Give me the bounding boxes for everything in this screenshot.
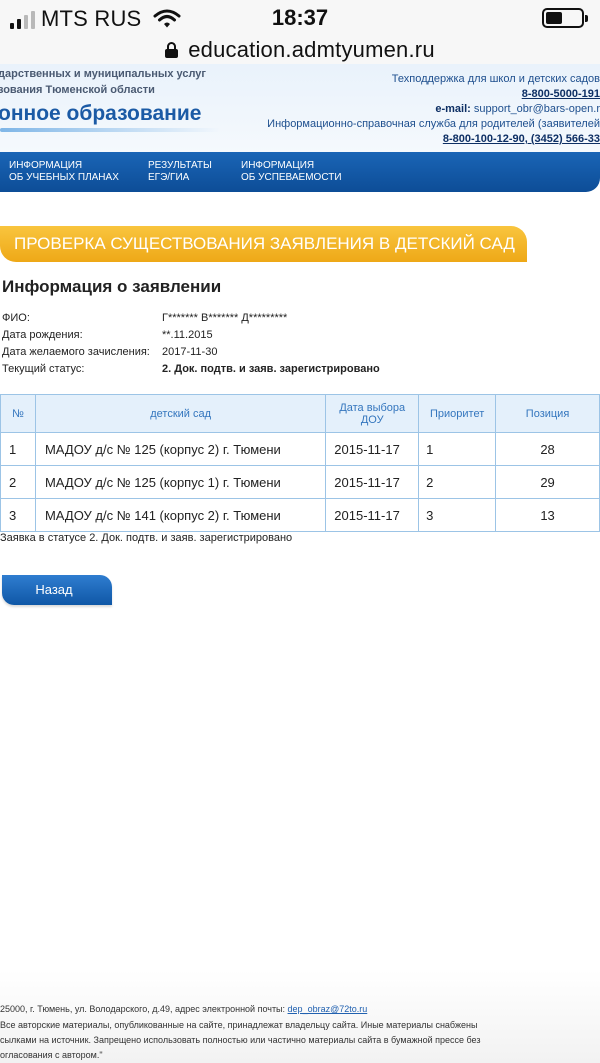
ios-status-bar: MTS RUS 18:37 education.admtyumen.ru bbox=[0, 0, 600, 64]
footer-copyright-line1: Все авторские материалы, опубликованные … bbox=[0, 1020, 478, 1030]
logo-swoosh bbox=[0, 128, 220, 132]
footer-address-line: 25000, г. Тюмень, ул. Володарского, д.49… bbox=[0, 1004, 367, 1014]
header-contacts: Техподдержка для школ и детских садов 8-… bbox=[220, 72, 600, 147]
clock: 18:37 bbox=[271, 5, 329, 30]
col-header-priority: Приоритет bbox=[418, 394, 497, 433]
cell-priority: 1 bbox=[418, 432, 497, 466]
cell-position: 28 bbox=[495, 432, 600, 466]
nav-item-label: ОБ УСПЕВАЕМОСТИ bbox=[241, 172, 342, 183]
status-note: Заявка в статусе 2. Док. подтв. и заяв. … bbox=[0, 532, 293, 544]
url-text: education.admtyumen.ru bbox=[188, 37, 435, 62]
status-label: Текущий статус: bbox=[2, 363, 85, 375]
footer-copyright-line2: сылками на источник. Запрещено использов… bbox=[0, 1035, 481, 1045]
cell-kindergarten: МАДОУ д/с № 125 (корпус 1) г. Тюмени bbox=[34, 465, 327, 499]
org-name-line2: зования Тюменской области bbox=[0, 84, 155, 96]
main-nav: ИНФОРМАЦИЯ ОБ УЧЕБНЫХ ПЛАНАХ РЕЗУЛЬТАТЫ … bbox=[0, 152, 600, 192]
email-value[interactable]: support_obr@bars-open.r bbox=[474, 103, 600, 115]
nav-item-label: РЕЗУЛЬТАТЫ bbox=[148, 160, 212, 171]
footer-email-link[interactable]: dep_obraz@72to.ru bbox=[288, 1004, 368, 1014]
footer-address: 25000, г. Тюмень, ул. Володарского, д.49… bbox=[0, 1004, 286, 1014]
status-value: 2. Док. подтв. и заяв. зарегистрировано bbox=[162, 363, 380, 375]
cell-priority: 3 bbox=[418, 498, 497, 532]
applications-table: № детский сад Дата выбора ДОУ Приоритет П… bbox=[0, 394, 600, 532]
table-row: 1 МАДОУ д/с № 125 (корпус 2) г. Тюмени 2… bbox=[0, 432, 600, 466]
cell-num: 3 bbox=[0, 498, 36, 532]
support-phone-link[interactable]: 8-800-5000-191 bbox=[220, 87, 600, 102]
support-label: Техподдержка для школ и детских садов bbox=[391, 73, 600, 85]
enroll-value: 2017-11-30 bbox=[162, 346, 218, 358]
battery-icon bbox=[542, 8, 588, 28]
nav-item-label: ИНФОРМАЦИЯ bbox=[9, 160, 83, 171]
birth-value: **.11.2015 bbox=[162, 329, 213, 341]
cell-priority: 2 bbox=[418, 465, 497, 499]
org-name-line1: дарственных и муниципальных услуг bbox=[0, 68, 207, 80]
site-logo-text[interactable]: онное образование bbox=[0, 102, 201, 126]
table-header-row: № детский сад Дата выбора ДОУ Приоритет П… bbox=[0, 394, 600, 433]
info-section-title: Информация о заявлении bbox=[2, 277, 222, 296]
col-header-kindergarten: детский сад bbox=[34, 394, 327, 433]
col-header-date-l1: Дата выбора bbox=[339, 401, 406, 414]
cell-date: 2015-11-17 bbox=[325, 498, 420, 532]
col-header-position: Позиция bbox=[495, 394, 600, 433]
lock-icon bbox=[165, 42, 179, 58]
table-row: 3 МАДОУ д/с № 141 (корпус 2) г. Тюмени 2… bbox=[0, 498, 600, 532]
col-header-date-l2: ДОУ bbox=[360, 413, 384, 426]
col-header-num: № bbox=[0, 394, 36, 433]
nav-item-label: ЕГЭ/ГИА bbox=[148, 172, 190, 183]
col-header-date: Дата выбора ДОУ bbox=[325, 394, 420, 433]
enroll-label: Дата желаемого зачисления: bbox=[2, 346, 150, 358]
table-row: 2 МАДОУ д/с № 125 (корпус 1) г. Тюмени 2… bbox=[0, 465, 600, 499]
cell-date: 2015-11-17 bbox=[325, 465, 420, 499]
parents-service-label: Информационно-справочная служба для роди… bbox=[267, 118, 600, 130]
fio-value: Г******* В******* Д********* bbox=[162, 312, 288, 324]
cell-num: 2 bbox=[0, 465, 36, 499]
birth-label: Дата рождения: bbox=[2, 329, 83, 341]
cell-position: 13 bbox=[495, 498, 600, 532]
cell-num: 1 bbox=[0, 432, 36, 466]
cell-position: 29 bbox=[495, 465, 600, 499]
nav-item-study-plans[interactable]: ИНФОРМАЦИЯ ОБ УЧЕБНЫХ ПЛАНАХ bbox=[9, 160, 119, 184]
site-header: дарственных и муниципальных услуг зовани… bbox=[0, 64, 600, 152]
fio-label: ФИО: bbox=[2, 312, 30, 324]
nav-item-exam-results[interactable]: РЕЗУЛЬТАТЫ ЕГЭ/ГИА bbox=[148, 160, 212, 184]
page-title-banner: ПРОВЕРКА СУЩЕСТВОВАНИЯ ЗАЯВЛЕНИЯ В ДЕТСК… bbox=[0, 226, 527, 262]
nav-item-label: ОБ УЧЕБНЫХ ПЛАНАХ bbox=[9, 172, 119, 183]
back-button[interactable]: Назад bbox=[2, 575, 112, 605]
footer-copyright-line3: огласования с автором." bbox=[0, 1050, 103, 1060]
site-footer: 25000, г. Тюмень, ул. Володарского, д.49… bbox=[0, 970, 600, 1063]
nav-item-label: ИНФОРМАЦИЯ bbox=[241, 160, 315, 171]
support-email: e-mail: support_obr@bars-open.r bbox=[220, 102, 600, 117]
nav-item-progress[interactable]: ИНФОРМАЦИЯ ОБ УСПЕВАЕМОСТИ bbox=[241, 160, 342, 184]
cell-kindergarten: МАДОУ д/с № 141 (корпус 2) г. Тюмени bbox=[34, 498, 327, 532]
cell-kindergarten: МАДОУ д/с № 125 (корпус 2) г. Тюмени bbox=[34, 432, 327, 466]
cell-date: 2015-11-17 bbox=[325, 432, 420, 466]
email-label: e-mail: bbox=[435, 103, 471, 115]
parents-phones-link[interactable]: 8-800-100-12-90, (3452) 566-33 bbox=[220, 132, 600, 147]
address-bar[interactable]: education.admtyumen.ru bbox=[0, 36, 600, 64]
